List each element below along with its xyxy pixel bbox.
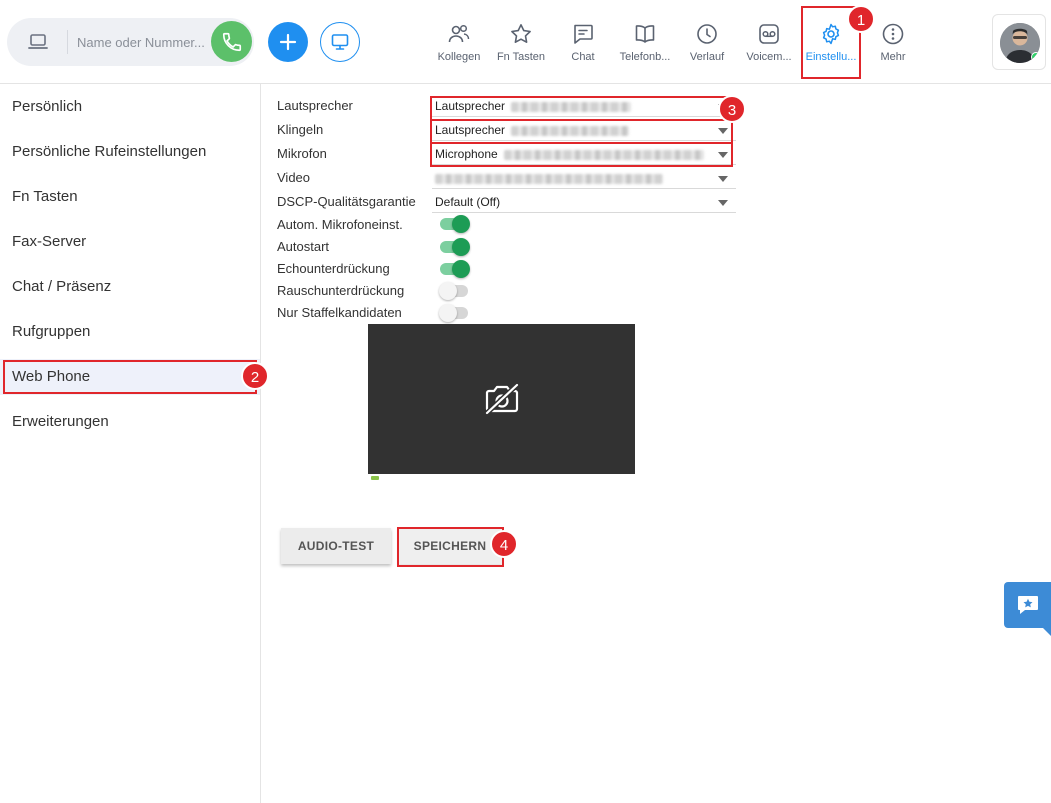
avatar <box>1000 23 1040 63</box>
microphone-label: Mikrofon <box>277 146 327 161</box>
sidebar-item-extensions[interactable]: Erweiterungen <box>0 404 260 440</box>
settings-sidebar: Persönlich Persönliche Rufeinstellungen … <box>0 84 269 803</box>
speaker-label: Lautsprecher <box>277 98 353 113</box>
nav-history[interactable]: Verlauf <box>677 20 737 70</box>
step-badge-3: 3 <box>718 95 746 123</box>
toggle-knob <box>452 238 470 256</box>
clock-icon <box>697 24 717 44</box>
nav-label: Chat <box>571 51 595 63</box>
plus-icon <box>279 33 297 51</box>
video-label: Video <box>277 170 311 185</box>
auto-mic-label: Autom. Mikrofoneinst. <box>277 217 403 232</box>
nav-voicemail[interactable]: Voicem... <box>739 20 799 70</box>
voicemail-icon <box>759 24 779 44</box>
more-icon <box>882 23 904 45</box>
autostart-label: Autostart <box>277 239 330 254</box>
video-select[interactable] <box>432 167 736 189</box>
chevron-down-icon <box>718 176 728 182</box>
toggle-knob <box>452 260 470 278</box>
colleagues-icon <box>448 24 470 43</box>
online-status-indicator <box>1031 52 1040 62</box>
noise-suppression-toggle[interactable] <box>439 282 468 300</box>
ringing-label: Klingeln <box>277 122 324 137</box>
dscp-select[interactable]: Default (Off) <box>432 191 736 213</box>
sidebar-item-personal[interactable]: Persönlich <box>0 89 260 125</box>
step-badge-1: 1 <box>847 5 875 33</box>
dscp-label: DSCP-Qualitätsgarantie <box>277 194 416 209</box>
add-button[interactable] <box>268 22 308 62</box>
call-button[interactable] <box>211 21 252 62</box>
toggle-knob <box>439 304 457 322</box>
nav-label: Verlauf <box>689 51 725 63</box>
dscp-value: Default (Off) <box>435 195 501 209</box>
save-highlight <box>397 527 504 567</box>
nav-chat[interactable]: Chat <box>553 20 613 70</box>
chevron-down-icon <box>718 200 728 206</box>
sidebar-item-ring-groups[interactable]: Rufgruppen <box>0 314 260 350</box>
toggle-knob <box>439 282 457 300</box>
nav-label: Telefonb... <box>619 51 671 63</box>
camera-off-icon <box>484 383 519 415</box>
nav-colleagues[interactable]: Kollegen <box>429 20 489 70</box>
nav-label: Voicem... <box>746 51 792 63</box>
web-phone-settings: Lautsprecher Lautsprecher Klingeln Lauts… <box>262 84 1051 803</box>
audio-level-meter <box>371 476 379 480</box>
step-badge-4: 4 <box>490 530 518 558</box>
auto-mic-toggle[interactable] <box>440 215 470 233</box>
toggle-knob <box>452 215 470 233</box>
sidebar-item-fax-server[interactable]: Fax-Server <box>0 224 260 260</box>
top-bar: Kollegen Fn Tasten Chat Telefonb... Verl… <box>0 0 1051 84</box>
laptop-icon[interactable] <box>27 32 49 52</box>
feedback-star-icon <box>1017 596 1038 614</box>
number-search-input[interactable] <box>77 32 213 52</box>
sidebar-item-fn-keys[interactable]: Fn Tasten <box>0 179 260 215</box>
nav-fn-keys[interactable]: Fn Tasten <box>491 20 551 70</box>
star-icon <box>511 24 531 43</box>
chat-icon <box>574 24 593 44</box>
profile-button[interactable] <box>992 14 1046 70</box>
nav-label: Fn Tasten <box>496 51 546 63</box>
echo-cancellation-label: Echounterdrückung <box>277 261 390 276</box>
phone-icon <box>222 32 241 51</box>
nav-label: Kollegen <box>437 51 481 63</box>
screen-share-button[interactable] <box>320 22 360 62</box>
audio-test-button[interactable]: AUDIO-TEST <box>281 528 391 564</box>
dial-separator <box>67 30 68 54</box>
highlight-divider <box>430 119 733 121</box>
sidebar-item-chat-presence[interactable]: Chat / Präsenz <box>0 269 260 305</box>
sidebar-item-call-settings[interactable]: Persönliche Rufeinstellungen <box>0 134 260 170</box>
echo-cancellation-toggle[interactable] <box>440 260 470 278</box>
web-phone-highlight <box>3 360 257 394</box>
noise-suppression-label: Rauschunterdrückung <box>277 283 405 298</box>
nav-label: Mehr <box>880 51 906 63</box>
feedback-button[interactable] <box>1004 582 1051 636</box>
nav-phonebook[interactable]: Telefonb... <box>615 20 675 70</box>
highlight-divider <box>430 142 733 144</box>
video-preview <box>368 324 635 474</box>
staffel-only-label: Nur Staffelkandidaten <box>277 305 402 320</box>
monitor-icon <box>331 34 349 50</box>
phonebook-icon <box>635 25 655 43</box>
staffel-only-toggle[interactable] <box>439 304 468 322</box>
audio-devices-highlight <box>430 96 733 167</box>
redacted-device-name <box>435 173 663 184</box>
autostart-toggle[interactable] <box>440 238 470 256</box>
